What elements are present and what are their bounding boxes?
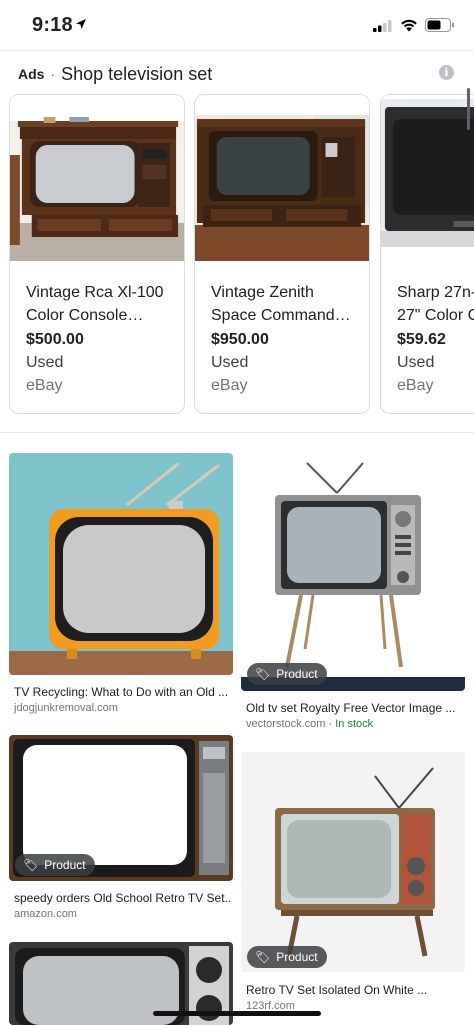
result-image xyxy=(9,453,233,675)
product-price: $59.62 xyxy=(397,331,446,348)
location-arrow-icon xyxy=(76,19,86,29)
separator: · xyxy=(50,66,56,82)
product-condition: Used xyxy=(397,354,435,371)
divider xyxy=(0,50,474,51)
result-title[interactable]: Retro TV Set Isolated On White ... xyxy=(246,983,464,997)
product-price: $500.00 xyxy=(26,331,84,348)
tag-icon: 🏷 xyxy=(255,667,271,681)
product-image xyxy=(195,95,369,261)
result-source: jdogjunkremoval.com xyxy=(14,702,118,714)
image-result[interactable]: 🏷 Product speedy orders Old School Retro… xyxy=(9,735,233,925)
result-image xyxy=(241,752,465,972)
product-condition: Used xyxy=(26,354,64,371)
image-result[interactable]: 🏷 Product Old tv set Royalty Free Vector… xyxy=(241,453,465,735)
result-image xyxy=(241,453,465,691)
product-badge: 🏷 Product xyxy=(247,946,327,968)
product-badge: 🏷 Product xyxy=(15,854,95,876)
result-title[interactable]: speedy orders Old School Retro TV Set... xyxy=(14,891,232,905)
result-title[interactable]: Old tv set Royalty Free Vector Image ... xyxy=(246,701,464,715)
product-card[interactable]: Vintage Rca Xl-100 Color Console… $500.0… xyxy=(9,94,185,414)
product-store: eBay xyxy=(211,377,248,394)
product-badge: 🏷 Product xyxy=(247,663,327,685)
home-indicator[interactable] xyxy=(153,1011,321,1016)
divider xyxy=(0,432,474,433)
product-store: eBay xyxy=(26,377,63,394)
product-condition: Used xyxy=(211,354,249,371)
product-name: Sharp 27n- 27" Color C xyxy=(397,284,474,324)
result-title[interactable]: TV Recycling: What to Do with an Old ... xyxy=(14,685,232,699)
ads-title: Shop television set xyxy=(61,63,213,84)
product-name: Vintage Zenith Space Command… xyxy=(211,284,351,324)
image-result[interactable]: TV Recycling: What to Do with an Old ...… xyxy=(9,453,233,719)
product-image xyxy=(381,95,474,261)
in-stock-label: · In stock xyxy=(325,718,374,730)
product-store: eBay xyxy=(397,377,434,394)
info-icon[interactable]: i xyxy=(439,65,454,80)
product-name: Vintage Rca Xl-100 Color Console… xyxy=(26,284,164,324)
wifi-icon xyxy=(401,19,417,32)
product-image xyxy=(10,95,184,261)
product-card[interactable]: Vintage Zenith Space Command… $950.00 Us… xyxy=(194,94,370,414)
tag-icon: 🏷 xyxy=(255,950,271,964)
result-source: vectorstock.com · In stock xyxy=(246,718,374,730)
status-bar: 9:18 xyxy=(0,0,474,52)
cellular-signal-icon xyxy=(373,20,392,32)
product-price: $950.00 xyxy=(211,331,269,348)
ads-label: Ads xyxy=(18,66,45,82)
image-result[interactable]: 🏷 Product Retro TV Set Isolated On White… xyxy=(241,752,465,1012)
result-source: amazon.com xyxy=(14,908,77,920)
scrollbar[interactable] xyxy=(467,88,470,130)
ads-header: Ads · Shop television set xyxy=(18,62,212,86)
product-card[interactable]: Sharp 27n- 27" Color C $59.62 Used eBay xyxy=(380,94,474,414)
tag-icon: 🏷 xyxy=(23,858,39,872)
clock: 9:18 xyxy=(32,14,73,36)
battery-icon xyxy=(425,18,454,32)
